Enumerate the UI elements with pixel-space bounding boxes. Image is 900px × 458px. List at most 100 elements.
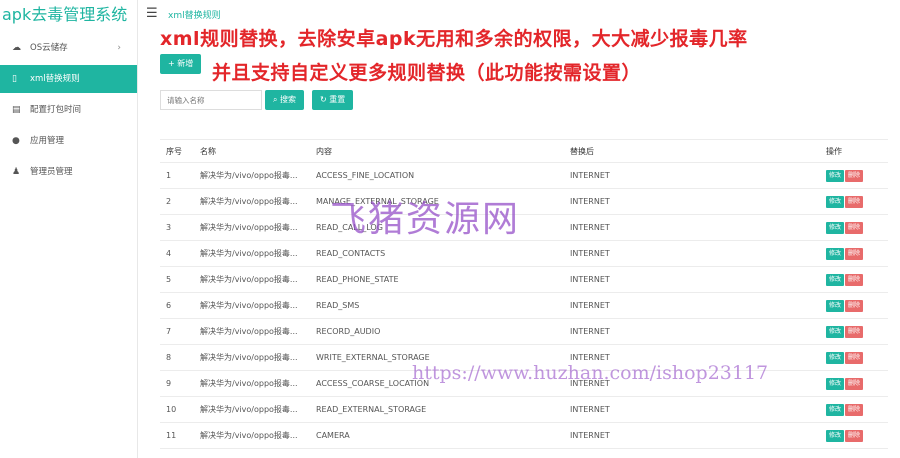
menu-toggle-icon[interactable]: ☰ bbox=[146, 6, 158, 21]
search-button-label: 搜索 bbox=[280, 95, 297, 104]
sidebar-item-label: 配置打包时间 bbox=[30, 105, 82, 115]
sidebar-item-os-storage[interactable]: ☁ OS云储存 › bbox=[0, 34, 137, 62]
row-actions: 修改 删除 bbox=[826, 267, 888, 293]
row-name: 解决华为/vivo/oppo报毒... bbox=[200, 275, 298, 284]
delete-button[interactable]: 删除 bbox=[845, 299, 864, 312]
row-name: 解决华为/vivo/oppo报毒... bbox=[200, 379, 298, 388]
file-icon: ▯ bbox=[12, 74, 17, 84]
sidebar-menu: ☁ OS云储存 › ▯ xml替换规则 ▤ 配置打包时间 ● 应用管理 ♟ 管理… bbox=[0, 34, 137, 186]
table-row: 11 解决华为/vivo/oppo报毒... CAMERA INTERNET 修改 删除 bbox=[160, 423, 888, 449]
row-actions: 修改 删除 bbox=[826, 423, 888, 449]
delete-button[interactable]: 删除 bbox=[845, 403, 864, 416]
delete-button[interactable]: 删除 bbox=[845, 247, 864, 260]
table-row: 3 解决华为/vivo/oppo报毒... READ_CALL_LOG INTERNE… bbox=[160, 215, 888, 241]
sidebar-item-label: OS云储存 bbox=[30, 43, 68, 53]
table-row: 4 解决华为/vivo/oppo报毒... READ_CONTACTS INTERNE… bbox=[160, 241, 888, 267]
row-name: 解决华为/vivo/oppo报毒... bbox=[200, 249, 298, 258]
row-name: 解决华为/vivo/oppo报毒... bbox=[200, 405, 298, 414]
header-content: 内容 bbox=[316, 147, 332, 156]
table-header-row: 序号 名称 内容 替换后 操作 bbox=[160, 139, 888, 163]
edit-button[interactable]: 修改 bbox=[826, 299, 845, 312]
row-number: 4 bbox=[166, 249, 172, 258]
table-row: 2 解决华为/vivo/oppo报毒... MANAGE_EXTERNAL_STOR… bbox=[160, 189, 888, 215]
edit-button[interactable]: 修改 bbox=[826, 325, 845, 338]
row-number: 10 bbox=[166, 405, 177, 414]
edit-button[interactable]: 修改 bbox=[826, 403, 845, 416]
row-actions: 修改 删除 bbox=[826, 371, 888, 397]
table-row: 6 解决华为/vivo/oppo报毒... READ_SMS INTERNET 修改 删除 bbox=[160, 293, 888, 319]
table-body: 1 解决华为/vivo/oppo报毒... ACCESS_FINE_LOCATION… bbox=[160, 163, 888, 449]
row-content: RECORD_AUDIO bbox=[316, 327, 381, 336]
row-name: 解决华为/vivo/oppo报毒... bbox=[200, 171, 298, 180]
header-no: 序号 bbox=[166, 147, 182, 156]
row-number: 8 bbox=[166, 353, 172, 362]
edit-button[interactable]: 修改 bbox=[826, 351, 845, 364]
row-content: ACCESS_FINE_LOCATION bbox=[316, 171, 415, 180]
sidebar-item-label: 应用管理 bbox=[30, 136, 65, 146]
edit-button[interactable]: 修改 bbox=[826, 429, 845, 442]
row-content: READ_CONTACTS bbox=[316, 249, 386, 258]
sidebar-item-xml-rules[interactable]: ▯ xml替换规则 bbox=[0, 65, 137, 93]
row-name: 解决华为/vivo/oppo报毒... bbox=[200, 197, 298, 206]
table-row: 1 解决华为/vivo/oppo报毒... ACCESS_FINE_LOCATION… bbox=[160, 163, 888, 189]
edit-button[interactable]: 修改 bbox=[826, 247, 845, 260]
edit-button[interactable]: 修改 bbox=[826, 377, 845, 390]
chevron-right-icon: › bbox=[117, 43, 121, 53]
row-name: 解决华为/vivo/oppo报毒... bbox=[200, 353, 298, 362]
row-replacement: INTERNET bbox=[570, 327, 610, 336]
edit-button[interactable]: 修改 bbox=[826, 273, 845, 286]
row-name: 解决华为/vivo/oppo报毒... bbox=[200, 327, 298, 336]
edit-button[interactable]: 修改 bbox=[826, 221, 845, 234]
row-number: 1 bbox=[166, 171, 172, 180]
delete-button[interactable]: 删除 bbox=[845, 351, 864, 364]
app-title: apk去毒管理系统 bbox=[2, 5, 128, 24]
row-actions: 修改 删除 bbox=[826, 215, 888, 241]
row-replacement: INTERNET bbox=[570, 431, 610, 440]
delete-button[interactable]: 删除 bbox=[845, 325, 864, 338]
promo-line-1: xml规则替换，去除安卓apk无用和多余的权限，大大减少报毒几率 bbox=[160, 28, 748, 50]
table-row: 7 解决华为/vivo/oppo报毒... RECORD_AUDIO INTERNET… bbox=[160, 319, 888, 345]
delete-button[interactable]: 删除 bbox=[845, 169, 864, 182]
row-name: 解决华为/vivo/oppo报毒... bbox=[200, 223, 298, 232]
reset-button[interactable]: ↻ 重置 bbox=[312, 90, 354, 110]
row-actions: 修改 删除 bbox=[826, 189, 888, 215]
delete-button[interactable]: 删除 bbox=[845, 195, 864, 208]
row-name: 解决华为/vivo/oppo报毒... bbox=[200, 431, 298, 440]
delete-button[interactable]: 删除 bbox=[845, 429, 864, 442]
table-row: 5 解决华为/vivo/oppo报毒... READ_PHONE_STATE INTE… bbox=[160, 267, 888, 293]
row-replacement: INTERNET bbox=[570, 249, 610, 258]
refresh-icon: ↻ bbox=[320, 95, 330, 104]
row-actions: 修改 删除 bbox=[826, 163, 888, 189]
sidebar-item-apps[interactable]: ● 应用管理 bbox=[0, 127, 137, 155]
clipboard-icon: ▤ bbox=[12, 105, 21, 115]
row-actions: 修改 删除 bbox=[826, 293, 888, 319]
row-replacement: INTERNET bbox=[570, 275, 610, 284]
edit-button[interactable]: 修改 bbox=[826, 169, 845, 182]
row-number: 11 bbox=[166, 431, 177, 440]
search-icon: ⌕ bbox=[273, 95, 281, 104]
row-content: CAMERA bbox=[316, 431, 350, 440]
sidebar-item-pack-time[interactable]: ▤ 配置打包时间 bbox=[0, 96, 137, 124]
row-number: 9 bbox=[166, 379, 172, 388]
row-actions: 修改 删除 bbox=[826, 345, 888, 371]
delete-button[interactable]: 删除 bbox=[845, 377, 864, 390]
sidebar-item-admins[interactable]: ♟ 管理员管理 bbox=[0, 158, 137, 186]
row-replacement: INTERNET bbox=[570, 223, 610, 232]
search-button[interactable]: ⌕ 搜索 bbox=[265, 90, 305, 110]
breadcrumb[interactable]: xml替换规则 bbox=[168, 8, 221, 21]
delete-button[interactable]: 删除 bbox=[845, 273, 864, 286]
delete-button[interactable]: 删除 bbox=[845, 221, 864, 234]
row-actions: 修改 删除 bbox=[826, 397, 888, 423]
header-name: 名称 bbox=[200, 147, 216, 156]
row-name: 解决华为/vivo/oppo报毒... bbox=[200, 301, 298, 310]
row-content: READ_SMS bbox=[316, 301, 360, 310]
row-number: 5 bbox=[166, 275, 172, 284]
add-button[interactable]: + 新增 bbox=[160, 54, 202, 74]
sidebar-item-label: 管理员管理 bbox=[30, 167, 73, 177]
header-replacement: 替换后 bbox=[570, 147, 594, 156]
rules-table: 序号 名称 内容 替换后 操作 1 解决华为/vivo/oppo报毒... ACCE… bbox=[160, 139, 888, 449]
search-input[interactable] bbox=[160, 90, 262, 110]
row-number: 3 bbox=[166, 223, 172, 232]
edit-button[interactable]: 修改 bbox=[826, 195, 845, 208]
row-replacement: INTERNET bbox=[570, 171, 610, 180]
